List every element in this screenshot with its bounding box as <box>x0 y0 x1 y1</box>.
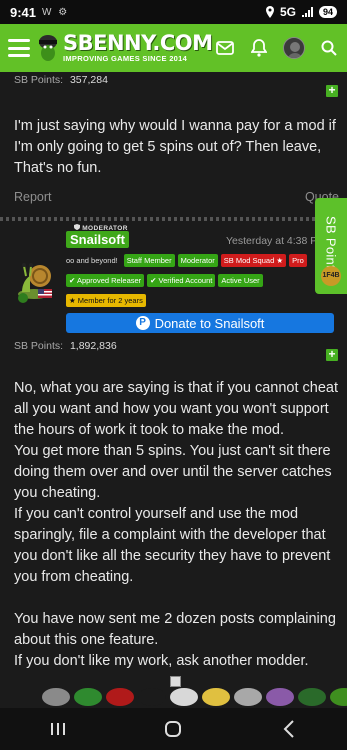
recent-apps-icon[interactable] <box>38 714 78 744</box>
post-sb-points: SB Points: 1,892,836 <box>14 340 117 352</box>
logo-mascot-icon <box>36 33 60 63</box>
report-link[interactable]: Report <box>14 190 52 204</box>
prev-post-body: I'm just saying why would I wanna pay fo… <box>14 118 336 176</box>
signature-image <box>266 688 294 706</box>
expand-plus-icon[interactable]: + <box>326 348 338 361</box>
menu-icon[interactable] <box>8 39 30 57</box>
search-icon[interactable] <box>319 38 339 58</box>
back-icon[interactable] <box>269 714 309 744</box>
bell-icon[interactable] <box>249 38 269 58</box>
signature-image <box>42 688 70 706</box>
badge-staff-member: Staff Member <box>123 254 175 267</box>
post-paragraph: No, what you are saying is that if you c… <box>14 380 339 438</box>
badge-pro: Pro <box>289 254 307 267</box>
user-title: oo and beyond! <box>66 256 118 265</box>
signal-icon <box>301 6 313 17</box>
badge-verified-account: ✔ Verified Account <box>147 274 216 287</box>
battery-icon: 94 <box>318 6 337 18</box>
sb-points-value: 1,892,836 <box>69 340 117 352</box>
badge-active-user: Active User <box>218 274 263 287</box>
badge-approved-releaser: ✔ Approved Releaser <box>66 274 145 287</box>
broken-image-icon <box>170 676 181 687</box>
signature-image <box>330 688 347 706</box>
post-paragraph: You have now sent me 2 dozen posts compl… <box>14 611 336 648</box>
user-badges-row-1: oo and beyond! Staff Member Moderator SB… <box>66 254 307 267</box>
account-avatar[interactable] <box>283 37 305 59</box>
sb-points-value: 357,284 <box>69 74 108 86</box>
badge-mod-squad: SB Mod Squad ★ <box>220 254 287 267</box>
signature-images <box>42 688 347 706</box>
post-paragraph: If you don't like my work, ask another m… <box>14 653 309 669</box>
user-badges-row-3: ★ Member for 2 years <box>66 294 146 307</box>
signature-image <box>106 688 134 706</box>
expand-plus-icon[interactable]: + <box>326 84 338 97</box>
site-logo[interactable]: SBENNY.COM IMPROVING GAMES SINCE 2014 <box>63 33 213 63</box>
post-timestamp[interactable]: Yesterday at 4:38 PM <box>226 235 326 247</box>
inbox-icon[interactable] <box>215 38 235 58</box>
site-tagline: IMPROVING GAMES SINCE 2014 <box>63 54 188 64</box>
network-label: 5G <box>279 5 296 19</box>
signature-image <box>298 688 326 706</box>
signature-image <box>234 688 262 706</box>
user-avatar[interactable] <box>14 256 56 304</box>
signature-image <box>170 688 198 706</box>
post-paragraph-spacer <box>14 588 339 609</box>
signature-image <box>138 688 166 706</box>
post-paragraph: You get more than 5 spins. You just can'… <box>14 443 332 501</box>
post-divider <box>0 217 347 221</box>
site-brand: SBENNY.COM <box>63 31 213 56</box>
badge-moderator: Moderator <box>177 254 218 267</box>
signature-image <box>202 688 230 706</box>
location-icon <box>265 6 274 18</box>
donate-label: Donate to Snailsoft <box>154 315 265 331</box>
appbar-actions <box>215 37 339 59</box>
system-nav-bar <box>0 708 347 750</box>
status-bar: 9:41 W ⚙ 5G 94 <box>0 0 347 24</box>
status-right: 5G 94 <box>265 5 337 19</box>
post-body: No, what you are saying is that if you c… <box>14 378 339 672</box>
post-username[interactable]: Snailsoft <box>66 231 129 248</box>
sb-points-label: SB Points: <box>14 340 64 352</box>
post-paragraph: If you can't control yourself and use th… <box>14 506 331 585</box>
signature-image <box>74 688 102 706</box>
paypal-icon: P <box>135 316 150 330</box>
home-icon[interactable] <box>153 714 193 744</box>
sb-coin-icon: 1F4B <box>321 266 341 286</box>
prev-post-sb-points: SB Points: 357,284 <box>14 74 108 86</box>
clock: 9:41 <box>10 4 37 20</box>
notification-icons: W ⚙ <box>42 6 70 18</box>
shield-icon <box>74 224 80 230</box>
sb-points-label: SB Points: <box>14 74 64 86</box>
user-badges-row-2: ✔ Approved Releaser ✔ Verified Account A… <box>66 274 263 287</box>
badge-member-duration: ★ Member for 2 years <box>66 294 146 307</box>
app-bar: SBENNY.COM IMPROVING GAMES SINCE 2014 <box>0 24 347 72</box>
donate-button[interactable]: P Donate to Snailsoft <box>66 313 334 333</box>
